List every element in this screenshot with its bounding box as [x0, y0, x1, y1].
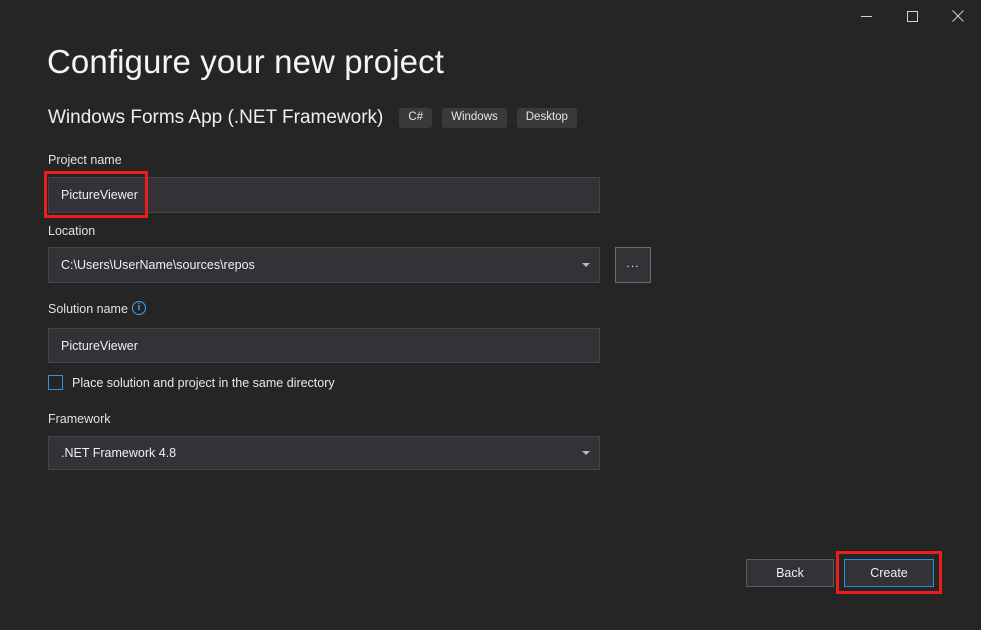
create-button[interactable]: Create: [844, 559, 934, 587]
location-combobox[interactable]: C:\Users\UserName\sources\repos: [48, 247, 600, 283]
same-directory-checkbox[interactable]: [48, 375, 63, 390]
project-name-input[interactable]: PictureViewer: [48, 177, 600, 213]
project-name-label: Project name: [48, 153, 122, 167]
minimize-icon: [861, 11, 872, 22]
solution-name-input[interactable]: PictureViewer: [48, 328, 600, 363]
template-name: Windows Forms App (.NET Framework): [48, 107, 383, 129]
tag-language: C#: [399, 108, 432, 129]
same-directory-checkbox-row[interactable]: Place solution and project in the same d…: [48, 375, 335, 390]
close-icon: [952, 10, 964, 22]
solution-name-value: PictureViewer: [61, 339, 138, 353]
page-title: Configure your new project: [47, 43, 444, 81]
back-button[interactable]: Back: [746, 559, 834, 587]
minimize-button[interactable]: [843, 0, 889, 32]
configure-project-dialog: Configure your new project Windows Forms…: [0, 0, 981, 630]
framework-label: Framework: [48, 412, 111, 426]
location-label: Location: [48, 224, 95, 238]
template-summary: Windows Forms App (.NET Framework) C# Wi…: [48, 107, 577, 129]
tag-project-type: Desktop: [517, 108, 577, 129]
maximize-button[interactable]: [889, 0, 935, 32]
info-icon[interactable]: i: [132, 301, 146, 315]
tag-platform: Windows: [442, 108, 507, 129]
close-button[interactable]: [935, 0, 981, 32]
framework-value: .NET Framework 4.8: [61, 446, 176, 460]
same-directory-label: Place solution and project in the same d…: [72, 376, 335, 390]
maximize-icon: [907, 11, 918, 22]
chevron-down-icon[interactable]: [582, 263, 590, 267]
solution-name-label: Solution name: [48, 302, 128, 316]
chevron-down-icon[interactable]: [582, 451, 590, 455]
title-bar: [0, 0, 981, 32]
location-value: C:\Users\UserName\sources\repos: [61, 258, 255, 272]
project-name-value: PictureViewer: [61, 188, 138, 202]
framework-combobox[interactable]: .NET Framework 4.8: [48, 436, 600, 470]
browse-location-button[interactable]: ...: [615, 247, 651, 283]
